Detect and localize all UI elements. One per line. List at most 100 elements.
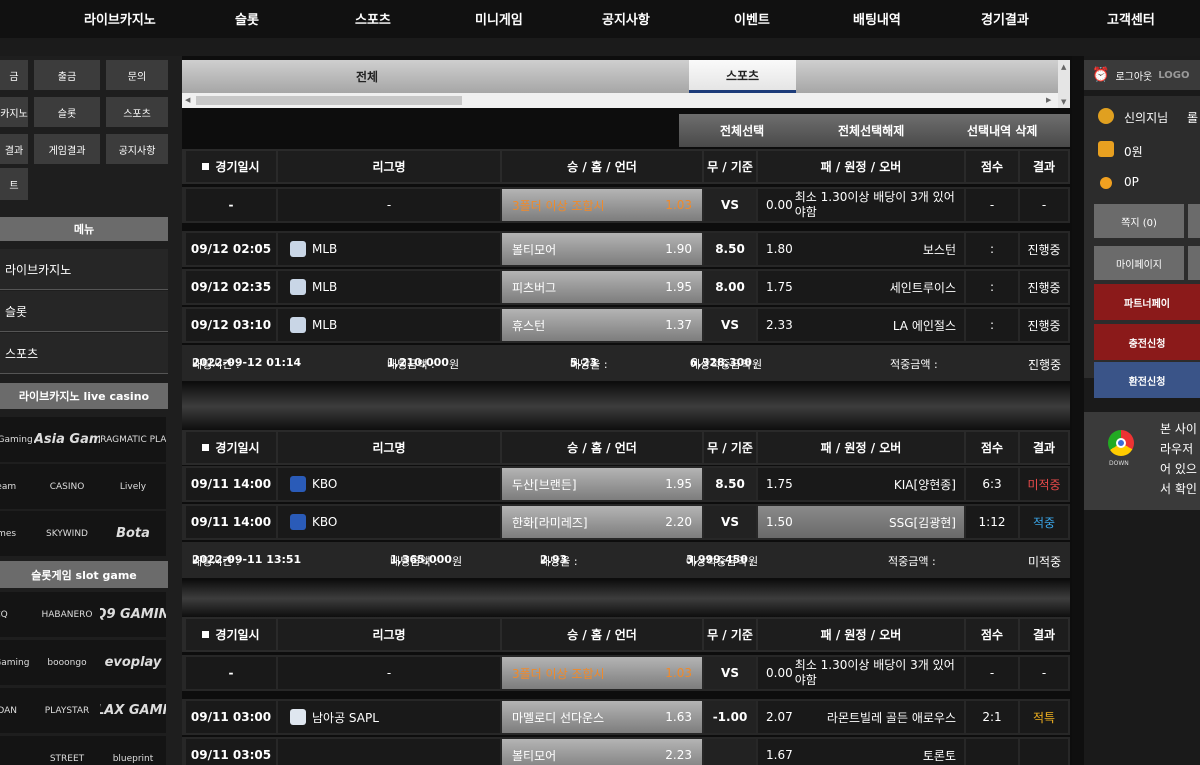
away-bet-button[interactable]: 1.67 토론토 <box>758 739 964 765</box>
nav-customer-center[interactable]: 고객센터 <box>1107 9 1155 28</box>
scroll-thumb[interactable] <box>196 96 462 105</box>
away-bet-button[interactable]: 0.00 최소 1.30이상 배당이 3개 있어야함 <box>758 189 964 221</box>
nav-notice[interactable]: 공지사항 <box>602 9 650 28</box>
select-all-button[interactable]: 전체선택 <box>720 122 764 139</box>
inquiry-button[interactable]: 문의 <box>106 60 168 90</box>
casino-logo-lively[interactable]: Lively <box>100 464 166 509</box>
home-bet-button[interactable]: 한화[라미레즈] 2.20 <box>502 506 702 538</box>
notice-button[interactable]: 공지사항 <box>106 134 168 164</box>
note-button[interactable]: 쪽지 (0) <box>1094 204 1184 238</box>
slot-logo-azdan[interactable]: AZDAN <box>0 688 34 733</box>
casino-logo-bota[interactable]: Bota <box>100 511 166 556</box>
slot-logo-playstar[interactable]: PLAYSTAR <box>34 688 100 733</box>
nav-slot[interactable]: 슬롯 <box>235 9 259 28</box>
slot-logo-evoplay[interactable]: evoplay <box>100 640 166 685</box>
horizontal-scrollbar[interactable]: ◀ ▶ <box>182 93 1058 108</box>
nav-minigame[interactable]: 미니게임 <box>475 9 523 28</box>
row-score: 6:3 <box>966 468 1018 500</box>
draw-bet-button[interactable]: 8.50 <box>704 233 756 265</box>
draw-bet-button[interactable]: VS <box>704 657 756 689</box>
home-bet-button[interactable]: 마멜로디 선다운스 1.63 <box>502 701 702 733</box>
casino-logo-dream[interactable]: Dream <box>0 464 34 509</box>
event-button[interactable]: 트 <box>0 168 28 200</box>
withdraw-button[interactable]: 출금 <box>34 60 100 90</box>
draw-bet-button[interactable]: -1.00 <box>704 701 756 733</box>
casino-logo-evolution[interactable]: lution Gaming <box>0 417 34 462</box>
menu-item-sports[interactable]: 스포츠 <box>0 333 168 374</box>
home-bet-button[interactable]: 휴스턴 1.37 <box>502 309 702 341</box>
note-extra-button[interactable] <box>1188 204 1200 238</box>
league-flag-icon <box>290 279 306 295</box>
game-results-button[interactable]: 게임결과 <box>34 134 100 164</box>
header-checkbox-icon[interactable] <box>202 444 210 451</box>
away-bet-button[interactable]: 0.00 최소 1.30이상 배당이 3개 있어야함 <box>758 657 964 689</box>
casino-logo-pragmatic[interactable]: PRAGMATIC PLAY <box>100 417 166 462</box>
away-bet-button[interactable]: 2.07 라몬트빌레 골든 애로우스 <box>758 701 964 733</box>
scroll-up-icon[interactable]: ▲ <box>1061 63 1066 71</box>
logout-link[interactable]: 로그아웃 <box>1115 68 1152 83</box>
slot-logo-unknown[interactable] <box>0 736 34 765</box>
casino-logo-casino[interactable]: CASINO <box>34 464 100 509</box>
scroll-down-icon[interactable]: ▼ <box>1061 98 1066 106</box>
tab-sports[interactable]: 스포츠 <box>689 60 796 93</box>
slot-button[interactable]: 슬롯 <box>34 97 100 127</box>
header-checkbox-icon[interactable] <box>202 631 210 638</box>
slot-logo-street[interactable]: STREET <box>34 736 100 765</box>
deposit-button[interactable]: 금 <box>0 60 28 90</box>
menu-item-live-casino[interactable]: 라이브카지노 <box>0 249 168 290</box>
casino-logo-ag[interactable]: AG Asia Gaming <box>34 417 100 462</box>
home-bet-button[interactable]: 피츠버그 1.95 <box>502 271 702 303</box>
slot-logo-booongo[interactable]: booongo <box>34 640 100 685</box>
away-bet-button[interactable]: 2.33 LA 에인절스 <box>758 309 964 341</box>
slot-logo-relax[interactable]: RELAX GAMING <box>100 688 166 733</box>
home-bet-button[interactable]: 볼티모어 2.23 <box>502 739 702 765</box>
casino-logo-skywind[interactable]: SKYWIND <box>34 511 100 556</box>
slot-logo-blueprint[interactable]: blueprint <box>100 736 166 765</box>
nav-live-casino[interactable]: 라이브카지노 <box>84 9 156 28</box>
draw-bet-button[interactable]: VS <box>704 506 756 538</box>
slot-logo-asia-gaming[interactable]: Asia Gaming <box>0 640 34 685</box>
slot-logo-habanero[interactable]: HABANERO <box>34 592 100 637</box>
casino-button[interactable]: 카지노 <box>0 97 28 127</box>
slot-logo-cq[interactable]: CQ <box>0 592 34 637</box>
home-bet-button[interactable]: 볼티모어 1.90 <box>502 233 702 265</box>
withdraw-request-button[interactable]: 환전신청 <box>1094 362 1200 398</box>
casino-logo-games[interactable]: games <box>0 511 34 556</box>
deposit-request-button[interactable]: 충전신청 <box>1094 324 1200 360</box>
draw-bet-button[interactable]: 8.00 <box>704 271 756 303</box>
away-bet-button[interactable]: 1.50 SSG[김광현] <box>758 506 964 538</box>
vertical-scrollbar[interactable]: ▲ ▼ <box>1058 60 1070 108</box>
draw-bet-button[interactable]: 8.50 <box>704 468 756 500</box>
home-bet-button[interactable]: 3폴더 이상 조합시 1.03 <box>502 657 702 689</box>
home-bet-button[interactable]: 두산[브랜든] 1.95 <box>502 468 702 500</box>
away-bet-button[interactable]: 1.75 세인트루이스 <box>758 271 964 303</box>
slot-logo-cq9[interactable]: CQ9 GAMING <box>100 592 166 637</box>
header-label: 점수 <box>980 160 1004 174</box>
scroll-left-icon[interactable]: ◀ <box>185 96 190 104</box>
tab-all[interactable]: 전체 <box>182 60 552 93</box>
header-away: 패 / 원정 / 오버 <box>758 151 964 182</box>
away-odds: 1.67 <box>766 748 793 762</box>
nav-event[interactable]: 이벤트 <box>734 9 770 28</box>
away-bet-button[interactable]: 1.75 KIA[양현종] <box>758 468 964 500</box>
partner-button[interactable]: 파트너페이 <box>1094 284 1200 320</box>
sports-button[interactable]: 스포츠 <box>106 97 168 127</box>
home-bet-button[interactable]: 3폴더 이상 조합시 1.03 <box>502 189 702 221</box>
nav-bet-history[interactable]: 배팅내역 <box>853 9 901 28</box>
delete-selected-button[interactable]: 선택내역 삭제 <box>967 122 1037 139</box>
chrome-icon[interactable] <box>1108 430 1134 456</box>
away-bet-button[interactable]: 1.80 보스턴 <box>758 233 964 265</box>
mypage-button[interactable]: 마이페이지 <box>1094 246 1184 280</box>
mypage-extra-button[interactable] <box>1188 246 1200 280</box>
menu-item-slot[interactable]: 슬롯 <box>0 291 168 332</box>
league-flag-icon <box>290 241 306 257</box>
draw-bet-button[interactable] <box>704 739 756 765</box>
results-button[interactable]: 결과 <box>0 134 28 164</box>
scroll-right-icon[interactable]: ▶ <box>1046 96 1051 104</box>
deselect-all-button[interactable]: 전체선택해제 <box>838 122 904 139</box>
header-checkbox-icon[interactable] <box>202 163 210 170</box>
draw-bet-button[interactable]: VS <box>704 189 756 221</box>
nav-game-results[interactable]: 경기결과 <box>981 9 1029 28</box>
nav-sports[interactable]: 스포츠 <box>355 9 391 28</box>
draw-bet-button[interactable]: VS <box>704 309 756 341</box>
